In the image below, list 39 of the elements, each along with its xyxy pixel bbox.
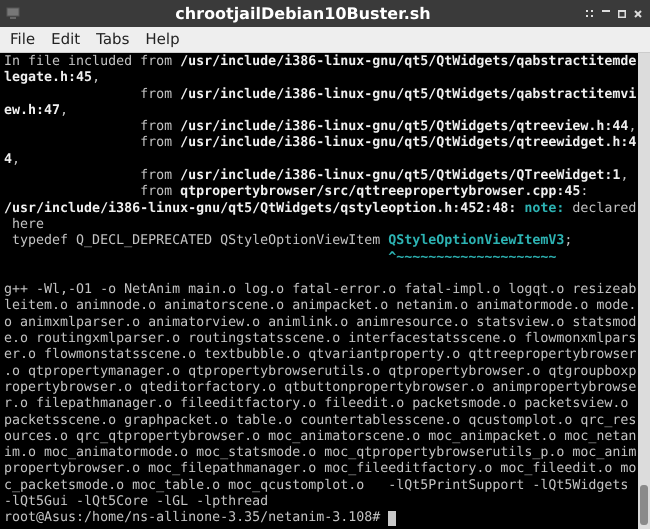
terminal-line: c_packetsmode.o moc_table.o moc_qcustomplot.o -lQt5PrintSupport -lQt5Widgets [4,478,628,494]
terminal-line: typedef Q_DECL_DEPRECATED QStyleOptionViewItem QStyleOptionViewItemV3; [11,233,572,250]
terminal-line: r.o filepathmanager.o fileeditfactory.o fileedit.o packetsmode.o packetsview.o [4,396,628,413]
terminal-line: er.o flowmonstatsscene.o textbubble.o qtvariantproperty.o qttreepropertybrowser [4,347,636,364]
close-icon[interactable] [634,10,642,18]
terminal-line: from /usr/include/i386-linux-gnu/qt5/QtWidgets/qtreewidget.h:4 [139,135,636,152]
terminal-line: im.o moc_animatormode.o moc_statsmode.o moc_qtpropertybrowserutils_p.o moc_anim [4,445,636,462]
terminal-line: propertybrowser.o moc_filepathmanager.o moc_fileeditfactory.o moc_fileedit.o mo [4,461,636,478]
terminal-line: /usr/include/i386-linux-gnu/qt5/QtWidgets/qstyleoption.h:452:48: note: declared [4,200,636,217]
terminal-line: leitem.o animnode.o animatorscene.o animpacket.o netanim.o animatormode.o mode. [4,298,636,315]
scrollbar[interactable] [638,53,650,529]
window-title: chrootjailDebian10Buster.sh [175,2,431,24]
menu-item[interactable]: Help [137,28,188,51]
terminal-line: 4, [4,152,20,168]
terminal-line: from qtpropertybrowser/src/qttreepropertybrowser.cpp:45: [139,184,588,201]
terminal-line: from /usr/include/i386-linux-gnu/qt5/QtWidgets/qabstractitemvi [139,86,636,103]
maximize-icon[interactable] [618,10,626,18]
terminal-line: packetsscene.o graphpacket.o table.o countertablesscene.o qcustomplot.o qrc_res [4,412,636,429]
terminal-line: o animxmlparser.o animatorview.o animlink.o animresource.o statsview.o statsmod [4,314,636,332]
terminal-line: e.o routingxmlparser.o routingstatsscene.o interfacestatsscene.o flowmonxmlpars [4,331,636,348]
terminal-line: ropertybrowser.o qteditorfactory.o qtbuttonpropertybrowser.o animpropertybrowse [4,380,636,396]
terminal-line: ^~~~~~~~~~~~~~~~~~~~~ [387,250,556,266]
terminal-line: g++ -Wl,-O1 -o NetAnim main.o log.o fatal-error.o fatal-impl.o logqt.o resizeab [4,282,636,298]
grip-icon[interactable] [586,10,594,18]
terminal-line: .o qtpropertymanager.o qtpropertybrowserutils.o qtpropertybrowser.o qtgroupboxp [4,364,636,380]
shell-prompt: root@Asus:/home/ns-allinone-3.35/netanim-3.108# [4,510,382,527]
terminal-line: ources.o qrc_qtpropertybrowser.o moc_animatorscene.o moc_animpacket.o moc_netan [4,428,636,446]
terminal-line: ew.h:47, [4,102,68,120]
terminal-line: here [11,216,44,234]
terminal-line: from /usr/include/i386-linux-gnu/qt5/QtWidgets/QTreeWidget:1, [139,168,628,184]
terminal-line: from /usr/include/i386-linux-gnu/qt5/QtWidgets/qtreeview.h:44, [139,119,636,135]
terminal-line: In file included from /usr/include/i386-linux-gnu/qt5/QtWidgets/qabstractitemde [4,54,636,70]
scrollbar-thumb[interactable] [640,485,648,525]
terminal-line: -lQt5Gui -lQt5Core -lGL -lpthread [4,494,268,510]
terminal-line: legate.h:45, [4,70,100,87]
menu-item[interactable]: Edit [43,28,88,51]
monitor-icon [6,7,20,20]
menu-item[interactable]: File [2,28,44,51]
menu-item[interactable]: Tabs [88,28,138,51]
